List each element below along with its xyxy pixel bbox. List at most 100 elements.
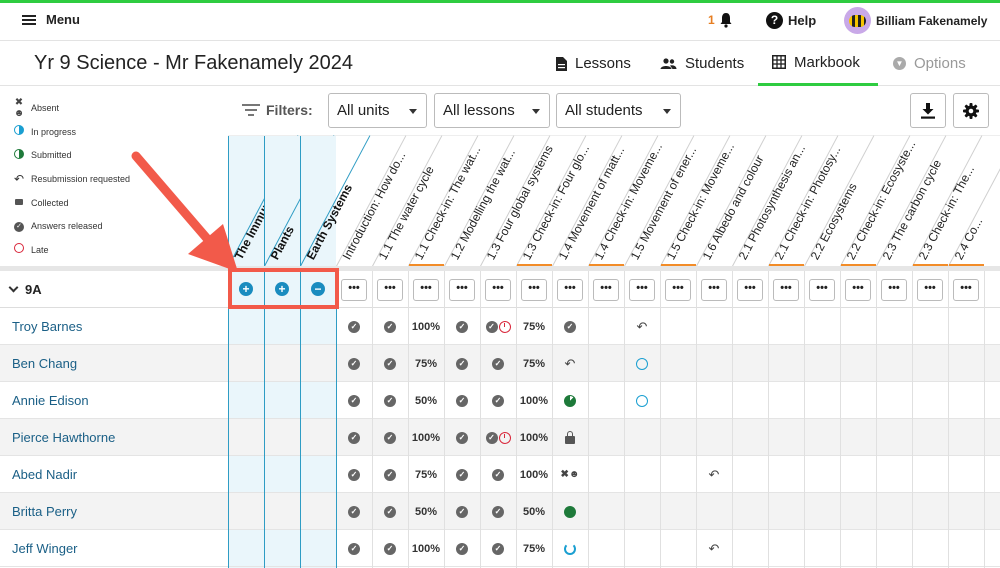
help-button[interactable]: ? Help	[766, 12, 816, 29]
student-name-link[interactable]: Pierce Hawthorne	[12, 430, 115, 445]
column-options-button[interactable]: •••	[665, 279, 691, 301]
lesson-column-header[interactable]: 2.3 The carbon cycle	[876, 135, 947, 267]
mark-cell[interactable]: ✓	[480, 456, 516, 493]
score-cell[interactable]: 50%	[408, 493, 444, 530]
score-cell[interactable]: 100%	[408, 308, 444, 345]
mark-cell[interactable]: ✓	[480, 382, 516, 419]
mark-cell[interactable]	[552, 493, 588, 530]
score-cell[interactable]: 100%	[516, 456, 552, 493]
lesson-column-header[interactable]: 2.1 Photosynthesis an...	[732, 135, 808, 267]
lesson-column-header[interactable]: 1.1 Check-in: The wat...	[408, 135, 483, 267]
column-options-button[interactable]: •••	[917, 279, 943, 301]
lesson-column-header[interactable]: 1.4 Check-in: Moveme...	[588, 135, 665, 267]
mark-cell[interactable]: ↶	[696, 456, 732, 493]
tab-lessons[interactable]: Lessons	[556, 41, 631, 86]
mark-cell[interactable]: ✓	[552, 308, 588, 345]
student-name-link[interactable]: Jeff Winger	[12, 541, 78, 556]
student-name-link[interactable]: Britta Perry	[12, 504, 77, 519]
lesson-column-header[interactable]: 1.1 The water cycle	[372, 135, 443, 267]
mark-cell[interactable]: ✓	[480, 530, 516, 567]
column-options-button[interactable]: •••	[737, 279, 763, 301]
score-cell[interactable]: 75%	[408, 345, 444, 382]
students-select[interactable]: All students	[556, 93, 681, 128]
mark-cell[interactable]: ✓	[444, 530, 480, 567]
lesson-column-header[interactable]: 2.4 Co...	[948, 135, 1000, 267]
lesson-column-header[interactable]: 2.1 Check-in: Photosy...	[768, 135, 843, 267]
score-cell[interactable]: 75%	[408, 456, 444, 493]
units-select[interactable]: All units	[328, 93, 427, 128]
student-name-link[interactable]: Abed Nadir	[12, 467, 77, 482]
score-cell[interactable]: 75%	[516, 308, 552, 345]
score-cell[interactable]: 100%	[408, 419, 444, 456]
lesson-column-header[interactable]: 2.3 Check-in: The...	[912, 135, 983, 267]
score-cell[interactable]: 100%	[516, 419, 552, 456]
score-cell[interactable]: 50%	[516, 493, 552, 530]
mark-cell[interactable]: ✓	[444, 493, 480, 530]
mark-cell[interactable]: ✓	[336, 382, 372, 419]
column-options-button[interactable]: •••	[485, 279, 511, 301]
student-name-link[interactable]: Ben Chang	[12, 356, 77, 371]
lesson-column-header[interactable]: 1.4 Movement of matt...	[552, 135, 627, 267]
tab-options[interactable]: ▼ Options	[893, 41, 966, 86]
lesson-column-header[interactable]: 2.2 Ecosystems	[804, 135, 875, 267]
mark-cell[interactable]	[552, 382, 588, 419]
score-cell[interactable]: 100%	[408, 530, 444, 567]
column-options-button[interactable]: •••	[629, 279, 655, 301]
mark-cell[interactable]: ✓	[372, 345, 408, 382]
unit-column-header[interactable]: Earth Systems	[300, 135, 371, 267]
user-menu[interactable]: Billiam Fakenamely	[844, 7, 987, 34]
mark-cell[interactable]: ✓	[372, 456, 408, 493]
notifications-button[interactable]: 1	[708, 12, 734, 28]
score-cell[interactable]: 50%	[408, 382, 444, 419]
lesson-column-header[interactable]: 1.3 Four global systems	[480, 135, 556, 267]
mark-cell[interactable]: ✓	[336, 493, 372, 530]
mark-cell[interactable]: ✓	[444, 382, 480, 419]
tab-students[interactable]: Students	[660, 41, 744, 86]
lesson-column-header[interactable]: 1.6 Albedo and colour	[696, 135, 767, 267]
lesson-column-header[interactable]: 1.2 Modelling the wat...	[444, 135, 518, 267]
mark-cell[interactable]: ✖☻	[552, 456, 588, 493]
mark-cell[interactable]: ✓	[444, 419, 480, 456]
column-options-button[interactable]: •••	[845, 279, 871, 301]
mark-cell[interactable]: ✓	[444, 345, 480, 382]
mark-cell[interactable]: ✓	[336, 456, 372, 493]
column-options-button[interactable]: •••	[557, 279, 583, 301]
mark-cell[interactable]: ↶	[696, 530, 732, 567]
student-name-link[interactable]: Troy Barnes	[12, 319, 82, 334]
mark-cell[interactable]: ✓	[444, 456, 480, 493]
mark-cell[interactable]: ✓	[480, 419, 516, 456]
download-button[interactable]	[910, 93, 946, 128]
mark-cell[interactable]: ✓	[336, 419, 372, 456]
lesson-column-header[interactable]: 1.3 Check-in: Four glo...	[516, 135, 592, 267]
column-options-button[interactable]: •••	[593, 279, 619, 301]
mark-cell[interactable]: ✓	[372, 308, 408, 345]
mark-cell[interactable]: ✓	[336, 308, 372, 345]
tab-markbook[interactable]: Markbook	[758, 41, 878, 86]
mark-cell[interactable]: ✓	[372, 493, 408, 530]
column-options-button[interactable]: •••	[773, 279, 799, 301]
mark-cell[interactable]: ✓	[480, 345, 516, 382]
mark-cell[interactable]: ✓	[336, 530, 372, 567]
lesson-column-header[interactable]: 1.5 Check-in: Moveme...	[660, 135, 737, 267]
mark-cell[interactable]	[552, 530, 588, 567]
mark-cell[interactable]: ↶	[624, 308, 660, 345]
mark-cell[interactable]: ✓	[480, 493, 516, 530]
settings-button[interactable]	[953, 93, 989, 128]
mark-cell[interactable]: ✓	[480, 308, 516, 345]
column-options-button[interactable]: •••	[377, 279, 403, 301]
lessons-select[interactable]: All lessons	[434, 93, 550, 128]
score-cell[interactable]: 100%	[516, 382, 552, 419]
mark-cell[interactable]: ✓	[372, 419, 408, 456]
student-name-link[interactable]: Annie Edison	[12, 393, 89, 408]
column-options-button[interactable]: •••	[809, 279, 835, 301]
score-cell[interactable]: 75%	[516, 530, 552, 567]
column-options-button[interactable]: •••	[521, 279, 547, 301]
mark-cell[interactable]	[624, 345, 660, 382]
column-options-button[interactable]: •••	[701, 279, 727, 301]
column-options-button[interactable]: •••	[953, 279, 979, 301]
lesson-column-header[interactable]: 1.5 Movement of ener...	[624, 135, 699, 267]
unit-column-header[interactable]: Plants	[264, 135, 335, 267]
mark-cell[interactable]: ✓	[372, 530, 408, 567]
group-toggle[interactable]: 9A	[8, 282, 42, 297]
mark-cell[interactable]: ↶	[552, 345, 588, 382]
